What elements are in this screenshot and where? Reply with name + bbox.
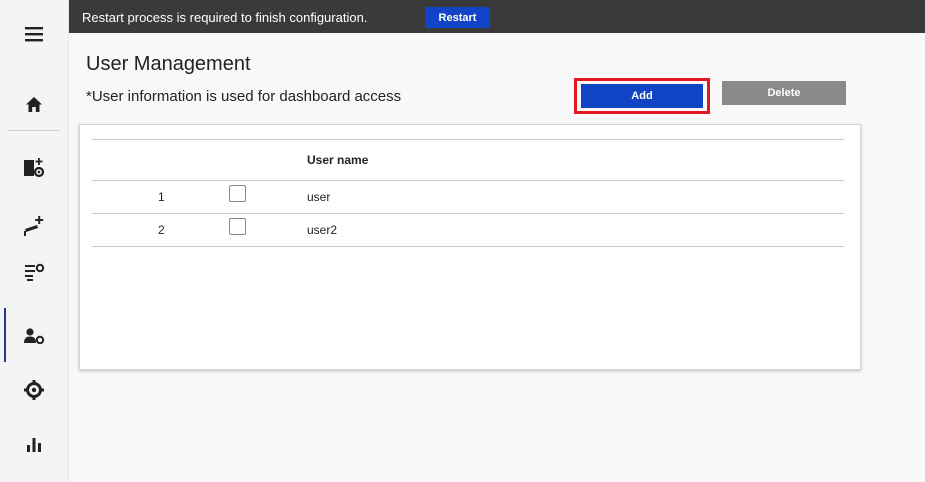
gear-icon [24,380,44,400]
page-subtitle: *User information is used for dashboard … [86,88,402,105]
user-table-card: User name 1 user 2 user2 [79,124,861,370]
bar-chart-icon [27,438,41,452]
table-row: 1 user [92,181,844,213]
sidebar [0,0,69,482]
menu-button[interactable] [0,14,68,54]
add-button-highlight: Add [574,78,710,114]
nav-user-management[interactable] [0,316,68,356]
row-index: 2 [158,223,165,237]
nav-statistics[interactable] [0,424,68,464]
row-divider [92,246,844,247]
main-content: User Management *User information is use… [69,33,925,482]
row-index: 1 [158,190,165,204]
add-camera-icon [24,216,44,236]
row-user-name: user2 [307,223,338,237]
nav-home[interactable] [0,84,68,124]
user-settings-icon [24,328,45,345]
restart-notification-bar: Restart process is required to finish co… [69,0,925,33]
row-user-name: user [307,190,331,204]
list-settings-icon [25,263,45,281]
device-settings-icon [24,158,45,178]
nav-device-settings[interactable] [0,148,68,188]
restart-message: Restart process is required to finish co… [82,10,368,25]
delete-user-button[interactable]: Delete [722,81,846,105]
restart-button[interactable]: Restart [425,7,490,28]
table-row: 2 user2 [92,214,844,246]
nav-list-settings[interactable] [0,252,68,292]
menu-icon [25,27,43,42]
page-title: User Management [86,53,251,75]
sidebar-divider [8,130,60,131]
add-user-button[interactable]: Add [581,84,703,108]
table-top-divider [92,139,844,140]
column-header-user-name: User name [307,153,369,167]
row-checkbox[interactable] [229,218,246,235]
row-checkbox[interactable] [229,185,246,202]
home-icon [26,96,42,112]
nav-add-camera[interactable] [0,206,68,246]
nav-settings[interactable] [0,370,68,410]
